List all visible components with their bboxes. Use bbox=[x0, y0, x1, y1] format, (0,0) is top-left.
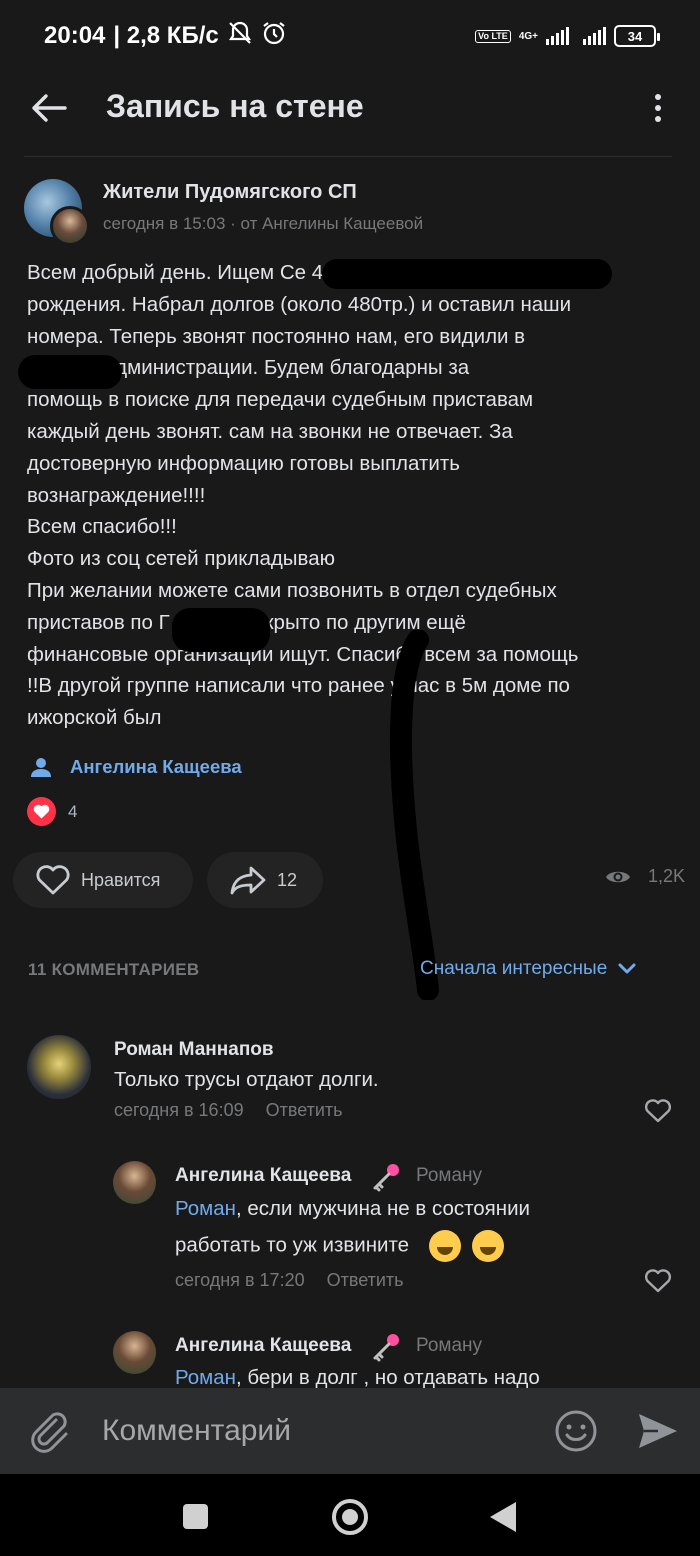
comment-like-icon[interactable] bbox=[644, 1098, 672, 1124]
comment-text-part: работать то уж извините bbox=[175, 1233, 410, 1257]
reply-button[interactable]: Ответить bbox=[266, 1100, 343, 1121]
author-avatar[interactable] bbox=[50, 206, 90, 246]
alarm-icon bbox=[261, 20, 287, 53]
post-text-line: помощь в поиске для передачи судебным пр… bbox=[27, 388, 534, 412]
post-text-line: достоверную информацию готовы выплатить bbox=[27, 451, 460, 475]
status-time: 20:04 bbox=[44, 22, 106, 49]
redaction-mark bbox=[18, 355, 122, 389]
post-text-line: Всем спасибо!!! bbox=[27, 515, 177, 539]
mention-link[interactable]: Роман bbox=[175, 1197, 236, 1220]
post-text-line: х около администрации. Будем благодарны … bbox=[27, 356, 470, 380]
more-options-button[interactable] bbox=[640, 88, 676, 128]
like-label: Нравится bbox=[81, 869, 161, 890]
post-text-line: каждый день звонят. сам на звонки не отв… bbox=[27, 419, 513, 443]
signal-icon-2 bbox=[583, 27, 606, 45]
group-name-link[interactable]: Жители Пудомягского СП bbox=[103, 181, 357, 204]
user-icon bbox=[31, 758, 51, 777]
comment-avatar[interactable] bbox=[27, 1035, 91, 1099]
battery-level: 34 bbox=[627, 28, 643, 44]
post-text-line: вознаграждение!!!! bbox=[27, 483, 206, 507]
key-sticker-icon bbox=[373, 1334, 399, 1362]
redaction-mark bbox=[172, 608, 270, 652]
post-text-line: финансовые организации ищут. Спасибо все… bbox=[27, 642, 579, 666]
volte-icon: Vo LTE bbox=[475, 29, 511, 43]
heart-outline-icon bbox=[36, 865, 70, 895]
comments-sort-button[interactable]: Сначала интересные bbox=[420, 958, 637, 980]
smiley-icon[interactable] bbox=[553, 1408, 599, 1454]
status-speed: | 2,8 КБ/с bbox=[113, 22, 219, 49]
key-sticker-icon bbox=[373, 1164, 399, 1192]
comment-author[interactable]: Ангелина Кащеева bbox=[175, 1165, 351, 1187]
like-button[interactable]: Нравится bbox=[13, 852, 193, 908]
comment-reply-to[interactable]: Роману bbox=[416, 1165, 482, 1187]
home-button[interactable] bbox=[332, 1499, 368, 1535]
post-text: Всем добрый день. Ищем Се 4 года рождени… bbox=[27, 257, 677, 734]
comment-avatar[interactable] bbox=[113, 1161, 156, 1204]
network-type: 4G+ bbox=[518, 30, 538, 42]
comment-text: работать то уж извините bbox=[175, 1230, 505, 1262]
reactions-count: 4 bbox=[68, 801, 78, 821]
battery-icon: 34 bbox=[614, 25, 660, 47]
muted-bell-icon bbox=[227, 20, 253, 53]
post-text-line: номера. Теперь звонят постоянно нам, его… bbox=[27, 324, 526, 348]
redaction-mark bbox=[322, 259, 612, 289]
post-text-line: При желании можете сами позвонить в отде… bbox=[27, 578, 557, 602]
reactions-summary[interactable]: 4 bbox=[27, 797, 77, 826]
rofl-emoji-icon bbox=[472, 1230, 505, 1262]
comments-count: 11 КОММЕНТАРИЕВ bbox=[28, 960, 200, 979]
comment-time: сегодня в 17:20 bbox=[175, 1270, 305, 1290]
top-app-bar: Запись на стене bbox=[0, 72, 700, 144]
comment-text-part: , бери в долг , но отдавать надо bbox=[236, 1366, 540, 1389]
share-button[interactable]: 12 bbox=[207, 852, 323, 908]
signer-name: Ангелина Кащеева bbox=[70, 756, 242, 777]
comment-input[interactable] bbox=[102, 1410, 532, 1452]
comment-text: Роман, если мужчина не в состоянии bbox=[175, 1197, 530, 1221]
header-divider bbox=[24, 156, 672, 157]
comment-reply-to[interactable]: Роману bbox=[416, 1335, 482, 1357]
signal-icon bbox=[546, 27, 569, 45]
post-text-line: Фото из соц сетей прикладываю bbox=[27, 547, 335, 571]
comment-meta: сегодня в 17:20 Ответить bbox=[175, 1270, 404, 1291]
post-text-line: рождения. Набрал долгов (около 480тр.) и… bbox=[27, 292, 572, 316]
views-count: 1,2K bbox=[648, 866, 686, 886]
rofl-emoji-icon bbox=[428, 1230, 461, 1262]
system-navigation-bar bbox=[0, 1474, 700, 1556]
chevron-down-icon bbox=[618, 963, 636, 974]
eye-icon bbox=[606, 871, 630, 882]
comment-text-part: , если мужчина не в состоянии bbox=[236, 1197, 531, 1220]
post-meta: сегодня в 15:03 · от Ангелины Кащеевой bbox=[103, 214, 424, 233]
comment-like-icon[interactable] bbox=[644, 1268, 672, 1294]
share-count: 12 bbox=[277, 869, 298, 890]
comment-author[interactable]: Ангелина Кащеева bbox=[175, 1335, 351, 1357]
mention-link[interactable]: Роман bbox=[175, 1366, 236, 1389]
share-arrow-icon bbox=[230, 866, 266, 895]
comment-avatar[interactable] bbox=[113, 1331, 156, 1374]
heart-icon bbox=[27, 797, 56, 826]
comment-text: Только трусы отдают долги. bbox=[114, 1068, 379, 1091]
send-icon[interactable] bbox=[634, 1408, 680, 1454]
reply-button[interactable]: Ответить bbox=[327, 1270, 404, 1291]
views-counter: 1,2K bbox=[604, 866, 685, 887]
comment-author[interactable]: Роман Маннапов bbox=[114, 1039, 274, 1061]
redaction-scribble bbox=[390, 630, 439, 1000]
comment-time: сегодня в 16:09 bbox=[114, 1100, 244, 1120]
post-text-line: приставов по Г 2 дела открыто по другим … bbox=[27, 610, 466, 634]
comment-input-bar bbox=[0, 1388, 700, 1474]
post-signer[interactable]: Ангелина Кащеева bbox=[30, 756, 242, 778]
paperclip-icon[interactable] bbox=[26, 1408, 72, 1454]
comment-meta: сегодня в 16:09 Ответить bbox=[114, 1100, 343, 1121]
recents-button[interactable] bbox=[183, 1504, 208, 1529]
system-back-button[interactable] bbox=[490, 1502, 516, 1532]
status-bar: 20:04 | 2,8 КБ/с Vo LTE 4G+ 34 bbox=[0, 0, 700, 72]
sort-label: Сначала интересные bbox=[420, 958, 608, 979]
back-button[interactable] bbox=[24, 86, 74, 130]
comment-text: Роман, бери в долг , но отдавать надо bbox=[175, 1366, 540, 1390]
arrow-left-icon bbox=[32, 94, 67, 122]
page-title: Запись на стене bbox=[106, 88, 364, 124]
post-text-line: !!В другой группе написали что ранее у н… bbox=[27, 674, 570, 698]
post-text-line: ижорской был bbox=[27, 706, 162, 730]
